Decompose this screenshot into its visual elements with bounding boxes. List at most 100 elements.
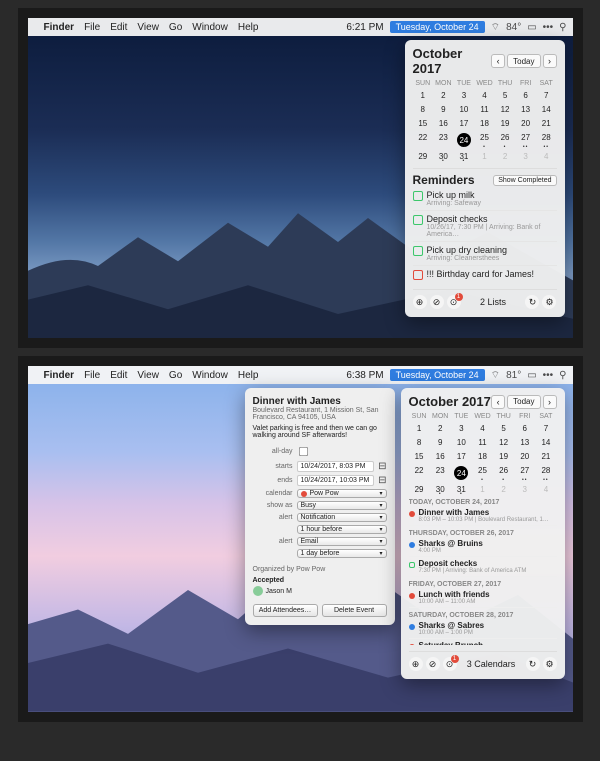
event-item[interactable]: Sharks @ Bruins4:00 PM xyxy=(409,537,557,557)
calendar-day[interactable]: 3 xyxy=(515,151,536,162)
alert2-select[interactable]: Email xyxy=(297,537,387,546)
menu-help[interactable]: Help xyxy=(238,22,259,33)
reminder-checkbox[interactable] xyxy=(413,270,423,280)
calendar-day[interactable]: 1 xyxy=(409,423,430,434)
event-item[interactable]: Dinner with James8:03 PM – 10:03 PM | Bo… xyxy=(409,506,557,526)
show-completed-button[interactable]: Show Completed xyxy=(493,175,556,186)
calendar-day[interactable]: 19 xyxy=(495,118,516,129)
date-badge[interactable]: Tuesday, October 24 xyxy=(390,21,485,33)
calendar-day[interactable]: 20 xyxy=(515,118,536,129)
calendar-day[interactable]: 30• xyxy=(430,484,451,495)
calendar-day[interactable]: 11 xyxy=(474,104,495,115)
more-icon[interactable]: ••• xyxy=(543,370,554,381)
ends-field[interactable]: 10/24/2017, 10:03 PM xyxy=(297,475,375,486)
menu-go[interactable]: Go xyxy=(169,22,182,33)
alert1-select[interactable]: Notification xyxy=(297,513,387,522)
event-item[interactable]: Sharks @ Sabres10:00 AM – 1:00 PM xyxy=(409,619,557,639)
battery-icon[interactable]: ▭ xyxy=(527,370,536,381)
calendar-day[interactable]: 3 xyxy=(514,484,535,495)
calendar-day[interactable]: 14 xyxy=(536,104,557,115)
calendar-day[interactable]: 4 xyxy=(472,423,493,434)
alert2b-select[interactable]: 1 day before xyxy=(297,549,387,558)
settings-icon[interactable]: ⚙ xyxy=(542,295,556,309)
calendar-day[interactable]: 25• xyxy=(474,132,495,148)
event-item[interactable]: Saturday Brunch11:00 AM – 12:30 PM | Bru… xyxy=(409,639,557,645)
menu-window[interactable]: Window xyxy=(192,370,228,381)
calendar-day[interactable]: 23 xyxy=(433,132,454,148)
calendar-day[interactable]: 3 xyxy=(451,423,472,434)
calendar-day[interactable]: 18 xyxy=(472,451,493,462)
calendar-day[interactable]: 8 xyxy=(413,104,434,115)
wifi-icon[interactable]: ⌔ xyxy=(491,369,500,382)
calendar-day[interactable]: 28•• xyxy=(535,465,556,481)
reminder-checkbox[interactable] xyxy=(413,246,423,256)
calendar-day[interactable]: 1 xyxy=(413,90,434,101)
add-reminder-icon[interactable]: ⊘ xyxy=(426,657,440,671)
calendar-day[interactable]: 30• xyxy=(433,151,454,162)
refresh-icon[interactable]: ↻ xyxy=(525,295,539,309)
menu-file[interactable]: File xyxy=(84,22,100,33)
calendar-day[interactable]: 12 xyxy=(493,437,514,448)
badge-icon[interactable]: ⊙1 xyxy=(447,295,461,309)
reminder-item[interactable]: Pick up dry cleaningArriving: Cleanersth… xyxy=(413,242,557,266)
add-event-icon[interactable]: ⊕ xyxy=(413,295,427,309)
app-name[interactable]: Finder xyxy=(44,22,75,33)
calendar-day[interactable]: 19 xyxy=(493,451,514,462)
clock[interactable]: 6:38 PM xyxy=(346,370,383,381)
wifi-icon[interactable]: ⌔ xyxy=(491,21,500,34)
calendar-day[interactable]: 22 xyxy=(413,132,434,148)
refresh-icon[interactable]: ↻ xyxy=(526,657,540,671)
calendar-day[interactable]: 12 xyxy=(495,104,516,115)
calendar-day[interactable]: 1 xyxy=(474,151,495,162)
badge-icon[interactable]: ⊙1 xyxy=(443,657,457,671)
calendar-day[interactable]: 17 xyxy=(451,451,472,462)
calendar-day[interactable]: 28•• xyxy=(536,132,557,148)
calendar-day[interactable]: 5 xyxy=(495,90,516,101)
calendar-day[interactable]: 15 xyxy=(413,118,434,129)
calendar-day[interactable]: 24•• xyxy=(454,132,475,148)
event-item[interactable]: Deposit checks7:30 PM | Arriving: Bank o… xyxy=(409,557,557,577)
reminder-item[interactable]: Deposit checks10/26/17, 7:30 PM | Arrivi… xyxy=(413,211,557,242)
prev-month-button[interactable]: ‹ xyxy=(491,395,505,409)
menu-window[interactable]: Window xyxy=(192,22,228,33)
calendar-day[interactable]: 27•• xyxy=(514,465,535,481)
prev-month-button[interactable]: ‹ xyxy=(491,54,505,68)
menu-view[interactable]: View xyxy=(137,22,159,33)
calendar-day[interactable]: 5 xyxy=(493,423,514,434)
calendar-day[interactable]: 4 xyxy=(536,151,557,162)
reminder-checkbox[interactable] xyxy=(413,191,423,201)
calendar-day[interactable]: 1 xyxy=(472,484,493,495)
reminder-item[interactable]: Pick up milkArriving: Safeway xyxy=(413,187,557,211)
calendar-day[interactable]: 25• xyxy=(472,465,493,481)
calendar-day[interactable]: 16 xyxy=(433,118,454,129)
calendar-day[interactable]: 26• xyxy=(493,465,514,481)
reminder-item[interactable]: !!! Birthday card for James! xyxy=(413,266,557,283)
menu-edit[interactable]: Edit xyxy=(110,370,127,381)
menu-edit[interactable]: Edit xyxy=(110,22,127,33)
settings-icon[interactable]: ⚙ xyxy=(543,657,557,671)
calendar-day[interactable]: 4 xyxy=(535,484,556,495)
calendar-day[interactable]: 9 xyxy=(433,104,454,115)
allday-checkbox[interactable] xyxy=(298,447,307,456)
calendar-day[interactable]: 22 xyxy=(409,465,430,481)
calendar-day[interactable]: 18 xyxy=(474,118,495,129)
calendar-day[interactable]: 31• xyxy=(454,151,475,162)
menu-view[interactable]: View xyxy=(137,370,159,381)
calendar-day[interactable]: 13 xyxy=(514,437,535,448)
battery-icon[interactable]: ▭ xyxy=(527,22,536,33)
calendar-day[interactable]: 2 xyxy=(495,151,516,162)
calendar-day[interactable]: 16 xyxy=(430,451,451,462)
menu-help[interactable]: Help xyxy=(238,370,259,381)
menu-file[interactable]: File xyxy=(84,370,100,381)
calendar-day[interactable]: 21 xyxy=(535,451,556,462)
calendar-day[interactable]: 23 xyxy=(430,465,451,481)
add-reminder-icon[interactable]: ⊘ xyxy=(430,295,444,309)
clock[interactable]: 6:21 PM xyxy=(346,22,383,33)
spotlight-icon[interactable]: ⚲ xyxy=(559,22,566,33)
calendar-day[interactable]: 11 xyxy=(472,437,493,448)
add-event-icon[interactable]: ⊕ xyxy=(409,657,423,671)
add-attendees-button[interactable]: Add Attendees… xyxy=(253,604,318,617)
menu-go[interactable]: Go xyxy=(169,370,182,381)
calendar-day[interactable]: 7 xyxy=(536,90,557,101)
delete-event-button[interactable]: Delete Event xyxy=(322,604,387,617)
